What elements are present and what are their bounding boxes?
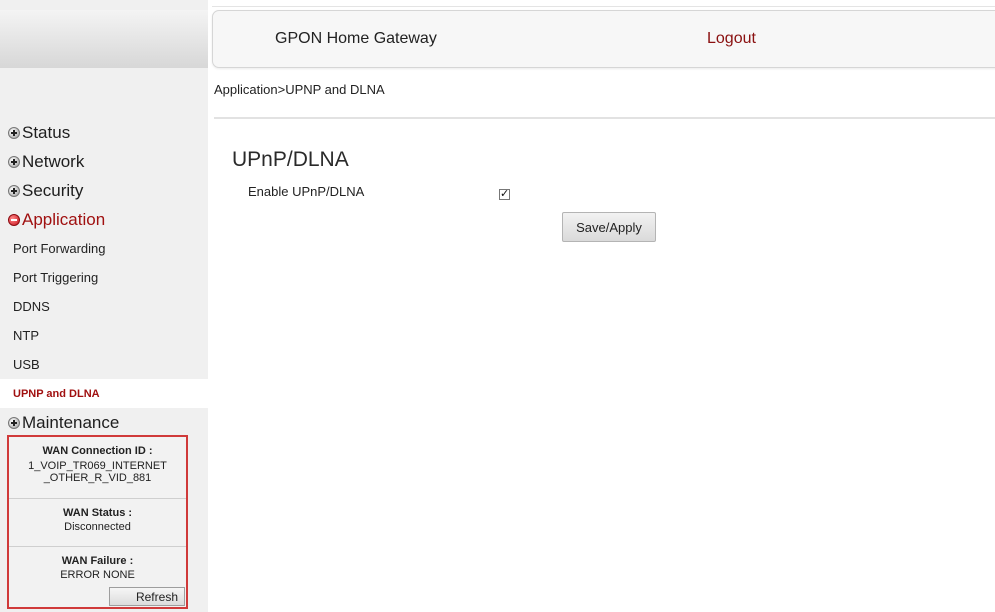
save-apply-button[interactable]: Save/Apply bbox=[562, 212, 656, 242]
sidebar-subitem-label: NTP bbox=[13, 328, 39, 343]
sidebar-item-label: Security bbox=[22, 180, 84, 200]
sidebar-nav: Status Network Security Application Port… bbox=[0, 118, 208, 437]
enable-upnp-label: Enable UPnP/DLNA bbox=[248, 184, 365, 199]
wan-connection-id-value-line1: 1_VOIP_TR069_INTERNET bbox=[28, 460, 167, 472]
plus-circle-icon bbox=[8, 155, 20, 168]
sidebar-subitem-ddns[interactable]: DDNS bbox=[0, 292, 208, 321]
content-divider bbox=[214, 117, 995, 119]
app-title: GPON Home Gateway bbox=[275, 30, 437, 47]
sidebar-subitem-label: DDNS bbox=[13, 299, 50, 314]
sidebar: Status Network Security Application Port… bbox=[0, 0, 208, 612]
header-top-line bbox=[212, 6, 995, 7]
sidebar-item-network[interactable]: Network bbox=[0, 147, 208, 176]
logout-link[interactable]: Logout bbox=[707, 30, 756, 48]
sidebar-subitem-label: USB bbox=[13, 357, 40, 372]
logo-area bbox=[0, 10, 208, 68]
sidebar-item-status[interactable]: Status bbox=[0, 118, 208, 147]
minus-circle-icon bbox=[8, 213, 20, 226]
sidebar-subitem-label: Port Triggering bbox=[13, 270, 99, 285]
sidebar-subitem-upnp-dlna[interactable]: UPNP and DLNA bbox=[0, 379, 208, 408]
sidebar-item-application[interactable]: Application bbox=[0, 205, 208, 234]
refresh-button[interactable]: Refresh bbox=[109, 587, 185, 606]
wan-status-value: Disconnected bbox=[64, 521, 131, 533]
sidebar-item-security[interactable]: Security bbox=[0, 176, 208, 205]
sidebar-subitem-label: UPNP and DLNA bbox=[13, 387, 100, 400]
plus-circle-icon bbox=[8, 416, 20, 429]
wan-connection-id-value-line2: _OTHER_R_VID_881 bbox=[43, 472, 152, 484]
sidebar-subitem-label: Port Forwarding bbox=[13, 241, 106, 256]
sidebar-subitem-port-forwarding[interactable]: Port Forwarding bbox=[0, 234, 208, 263]
wan-connection-id: WAN Connection ID : 1_VOIP_TR069_INTERNE… bbox=[9, 437, 186, 499]
wan-status: WAN Status : Disconnected bbox=[9, 499, 186, 547]
sidebar-item-label: Status bbox=[22, 122, 71, 142]
wan-info-panel: WAN Connection ID : 1_VOIP_TR069_INTERNE… bbox=[7, 435, 188, 609]
breadcrumb: Application>UPNP and DLNA bbox=[214, 82, 385, 97]
wan-failure: WAN Failure : ERROR NONE bbox=[9, 547, 186, 587]
enable-upnp-checkbox[interactable]: ✓ bbox=[499, 189, 510, 200]
sidebar-item-label: Network bbox=[22, 151, 85, 171]
sidebar-item-label: Application bbox=[22, 209, 106, 229]
plus-circle-icon bbox=[8, 184, 20, 197]
wan-connection-id-label: WAN Connection ID : bbox=[42, 445, 153, 457]
page-title: UPnP/DLNA bbox=[232, 148, 349, 171]
sidebar-item-maintenance[interactable]: Maintenance bbox=[0, 408, 208, 437]
sidebar-subitem-usb[interactable]: USB bbox=[0, 350, 208, 379]
top-header: GPON Home Gateway Logout bbox=[212, 10, 995, 68]
sidebar-item-label: Maintenance bbox=[22, 412, 120, 432]
sidebar-subitem-ntp[interactable]: NTP bbox=[0, 321, 208, 350]
plus-circle-icon bbox=[8, 126, 20, 139]
wan-failure-label: WAN Failure : bbox=[61, 555, 134, 567]
checkmark-icon: ✓ bbox=[500, 188, 510, 200]
wan-failure-value: ERROR NONE bbox=[60, 569, 135, 581]
sidebar-subitem-port-triggering[interactable]: Port Triggering bbox=[0, 263, 208, 292]
wan-status-label: WAN Status : bbox=[62, 507, 133, 519]
